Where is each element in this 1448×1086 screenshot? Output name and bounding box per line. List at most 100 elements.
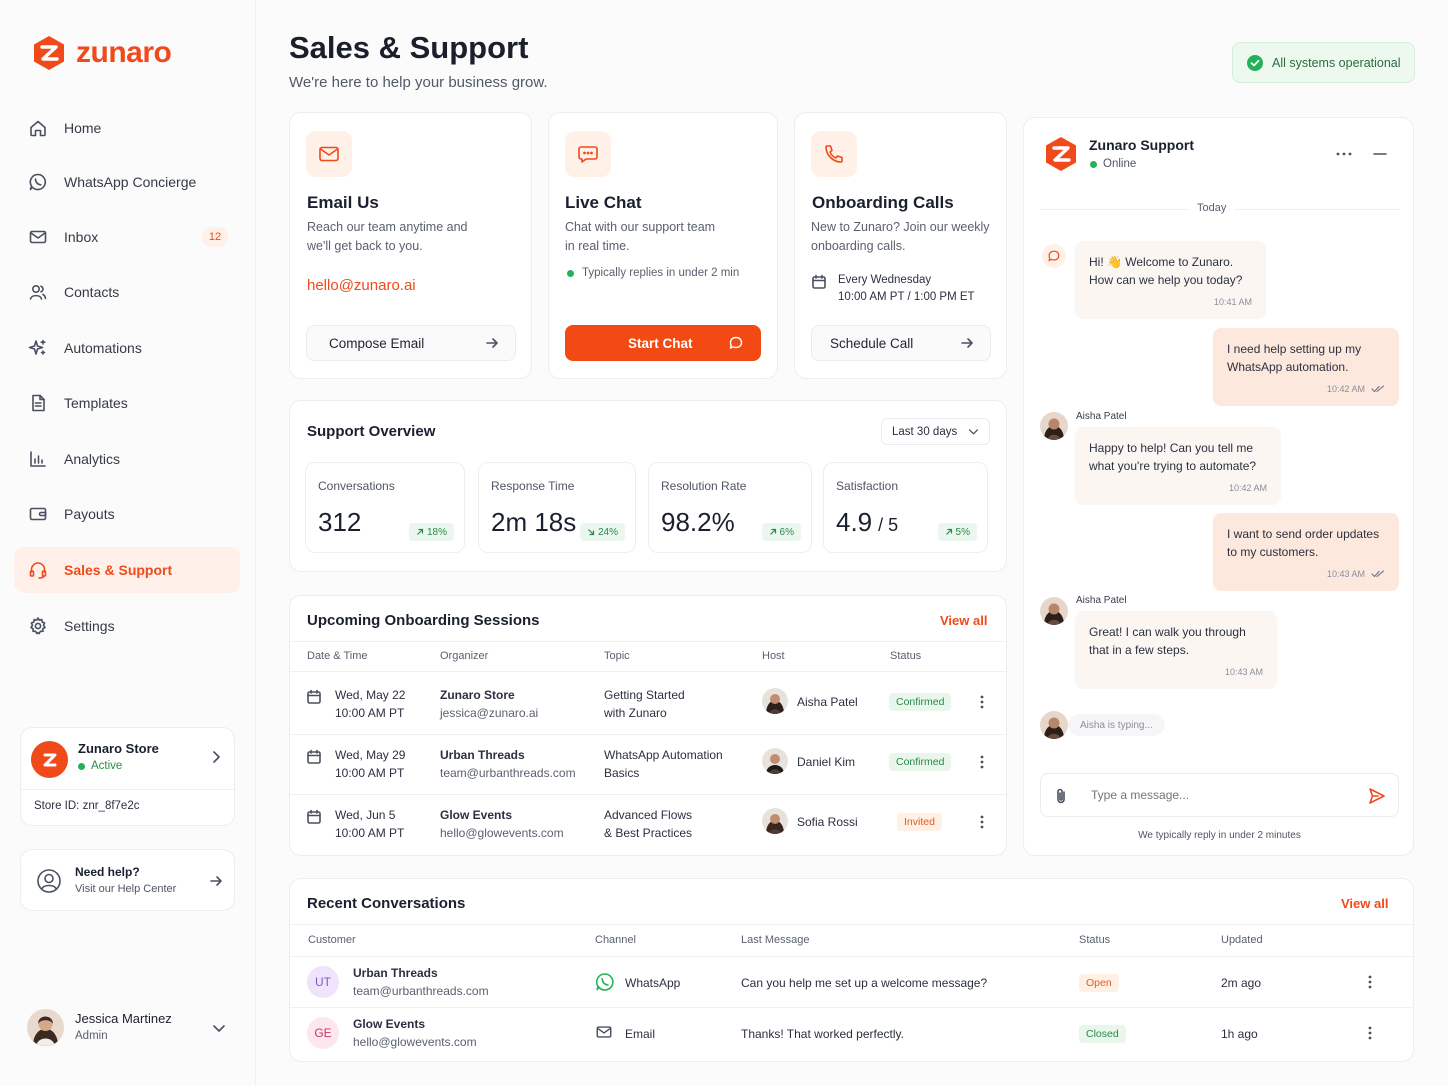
email-us-card: Email Us Reach our team anytime and we'l… <box>289 112 532 379</box>
metric-value-number: 312 <box>318 507 362 537</box>
session-date: Wed, Jun 5 <box>335 808 396 822</box>
message-text: How can we help you today? <box>1089 273 1243 287</box>
email-card-title: Email Us <box>307 193 379 212</box>
user-role: Admin <box>75 1030 108 1042</box>
system-status-label: All systems operational <box>1272 55 1401 70</box>
sidebar-item-inbox[interactable]: Inbox 12 <box>14 214 240 260</box>
divider <box>290 734 1006 735</box>
metric-value-number: 98.2% <box>661 507 735 537</box>
last-message: Can you help me set up a welcome message… <box>741 976 988 990</box>
session-time: 10:00 AM PT <box>335 706 405 720</box>
sidebar-item-label: Automations <box>64 340 142 356</box>
message-input[interactable] <box>1091 784 1351 806</box>
whatsapp-icon <box>29 173 47 191</box>
reply-time-label: Typically replies in under 2 min <box>582 267 740 279</box>
more-vertical-icon[interactable] <box>980 755 984 769</box>
sidebar-item-home[interactable]: Home <box>14 105 240 151</box>
whatsapp-icon <box>595 972 615 992</box>
chevron-down-icon[interactable] <box>212 1021 226 1035</box>
user-profile[interactable]: Jessica Martinez Admin <box>27 1009 237 1049</box>
paperclip-icon[interactable] <box>1053 787 1069 805</box>
arrow-up-right-icon <box>769 528 776 535</box>
status-badge: Open <box>1079 974 1119 992</box>
start-chat-button[interactable]: Start Chat <box>565 325 761 361</box>
more-icon[interactable] <box>1336 151 1352 157</box>
schedule-call-button[interactable]: Schedule Call <box>811 325 991 361</box>
message-input-box <box>1040 773 1399 817</box>
arrow-right-icon <box>486 338 498 348</box>
more-vertical-icon[interactable] <box>1368 975 1372 989</box>
sidebar-item-label: Templates <box>64 395 128 411</box>
sidebar-item-whatsapp-concierge[interactable]: WhatsApp Concierge <box>14 159 240 205</box>
page-title: Sales & Support <box>289 30 529 65</box>
sidebar-item-label: Payouts <box>64 506 115 522</box>
column-header: Status <box>890 650 922 662</box>
wallet-icon <box>29 507 47 521</box>
agent-avatar <box>1040 711 1068 739</box>
sidebar-item-settings[interactable]: Settings <box>14 603 240 649</box>
organizer-email: team@urbanthreads.com <box>440 766 576 780</box>
sessions-title: Upcoming Onboarding Sessions <box>307 612 540 629</box>
email-desc-line1: Reach our team anytime and <box>307 220 468 234</box>
chat-message-agent: Happy to help! Can you tell me what you'… <box>1075 427 1281 505</box>
sparkle-icon <box>28 339 46 355</box>
double-check-icon <box>1371 570 1385 578</box>
status-badge: Closed <box>1079 1025 1126 1043</box>
metric-change-badge: 18% <box>408 523 454 541</box>
sidebar-item-payouts[interactable]: Payouts <box>14 491 240 537</box>
session-datetime: Wed, May 22 10:00 AM PT <box>335 686 405 722</box>
divider <box>290 1007 1413 1008</box>
arrow-down-right-icon <box>588 529 595 536</box>
sidebar-item-sales-support[interactable]: Sales & Support <box>14 547 240 593</box>
support-email-link[interactable]: hello@zunaro.ai <box>307 277 416 294</box>
organizer-name: Urban Threads <box>440 748 525 762</box>
session-time: 10:00 AM PT <box>335 826 405 840</box>
topic-line2: with Zunaro <box>604 706 667 720</box>
more-vertical-icon[interactable] <box>980 815 984 829</box>
metric-label: Conversations <box>318 479 395 493</box>
conversations-view-all-link[interactable]: View all <box>1341 896 1388 911</box>
message-time: 10:41 AM <box>1089 293 1252 311</box>
more-vertical-icon[interactable] <box>980 695 984 709</box>
minimize-icon[interactable] <box>1373 147 1387 161</box>
date-range-select[interactable]: Last 30 days <box>881 418 990 445</box>
help-center-card[interactable]: Need help? Visit our Help Center <box>20 849 235 911</box>
session-datetime: Wed, May 29 10:00 AM PT <box>335 746 405 782</box>
chevron-down-icon <box>968 429 979 435</box>
email-card-desc: Reach our team anytime and we'll get bac… <box>307 218 468 256</box>
arrow-right-icon <box>210 876 222 886</box>
online-dot <box>567 269 574 277</box>
chat-tile <box>565 131 611 177</box>
more-vertical-icon[interactable] <box>1368 1026 1372 1040</box>
updated-time: 2m ago <box>1221 976 1262 990</box>
user-avatar <box>27 1009 64 1046</box>
chevron-right-icon[interactable] <box>209 750 223 764</box>
zunaro-logo-icon <box>1046 137 1076 171</box>
message-time-label: 10:43 AM <box>1224 667 1263 677</box>
sidebar-item-contacts[interactable]: Contacts <box>14 269 240 315</box>
store-card[interactable]: Zunaro Store Active Store ID: znr_8f7e2c <box>20 727 235 826</box>
brand-logo[interactable]: zunaro <box>30 34 172 72</box>
divider <box>290 671 1006 672</box>
zunaro-logo-icon <box>34 36 64 70</box>
metric-change-badge: 5% <box>937 523 977 541</box>
store-status: Active <box>78 760 122 772</box>
compose-email-button[interactable]: Compose Email <box>306 325 516 361</box>
sessions-view-all-link[interactable]: View all <box>940 613 987 628</box>
conversations-title: Recent Conversations <box>307 895 466 912</box>
calls-schedule-day: Every Wednesday <box>838 274 932 286</box>
divider <box>290 924 1413 925</box>
message-time: 10:43 AM <box>1089 663 1263 681</box>
metric-value: 4.9/ 5 <box>836 507 898 538</box>
calendar-icon <box>812 274 826 289</box>
status-badge: Confirmed <box>889 753 952 771</box>
sidebar-item-analytics[interactable]: Analytics <box>14 436 240 482</box>
topic-line2: Basics <box>604 766 640 780</box>
sidebar-item-templates[interactable]: Templates <box>14 380 240 426</box>
calls-schedule-time: 10:00 AM PT / 1:00 PM ET <box>838 291 975 303</box>
message-text: I need help setting up my <box>1227 342 1362 356</box>
send-icon[interactable] <box>1368 787 1386 805</box>
session-date: Wed, May 29 <box>335 748 406 762</box>
sidebar-item-automations[interactable]: Automations <box>14 325 240 371</box>
session-topic: Getting Started with Zunaro <box>604 686 685 722</box>
